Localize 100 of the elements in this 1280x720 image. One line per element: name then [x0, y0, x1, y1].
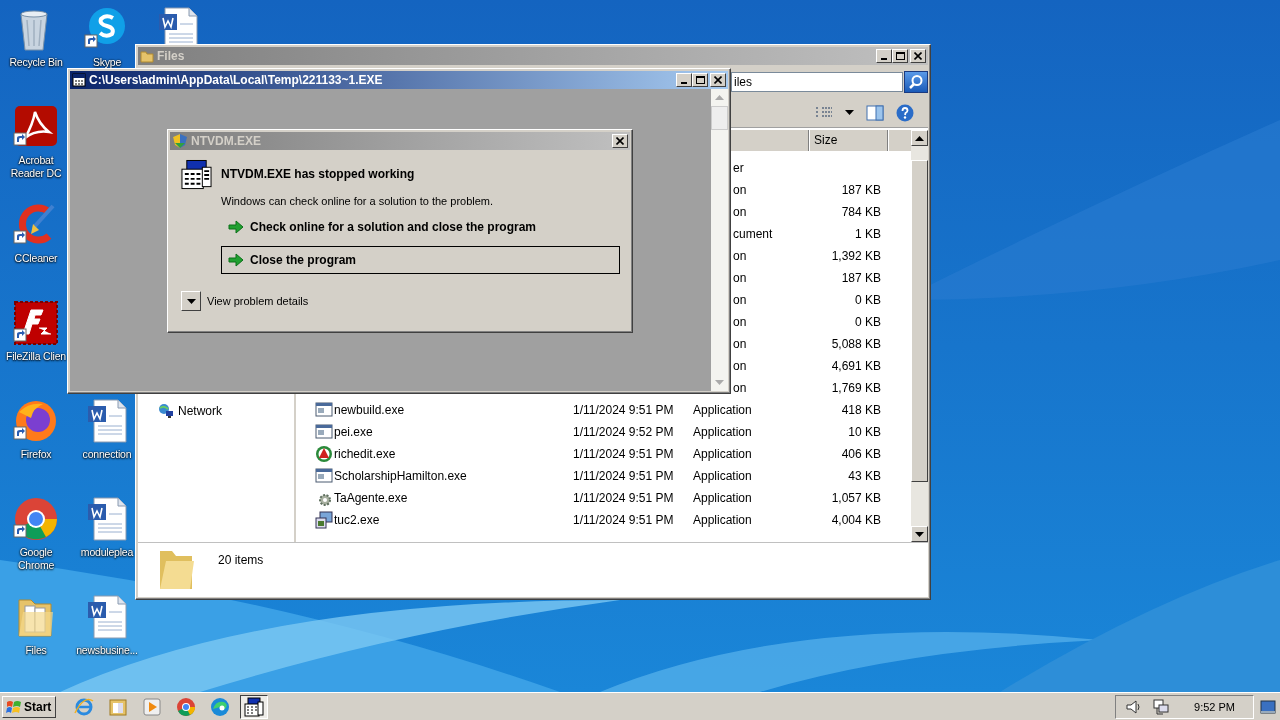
ring-logo-icon [176, 696, 197, 717]
installer-icon [315, 511, 333, 529]
scroll-down-button[interactable] [911, 526, 928, 542]
tile-logo-icon[interactable] [13, 300, 59, 346]
file-size: 1,769 KB [830, 381, 881, 395]
folder-icon [140, 49, 154, 63]
app-window-icon [315, 423, 333, 441]
dialog-message: Windows can check online for a solution to the problem. [221, 195, 494, 207]
arrow-up-icon [915, 135, 924, 141]
close-icon [714, 76, 722, 84]
file-type: cument [733, 227, 773, 241]
file-name[interactable]: richedit.exe [333, 447, 573, 461]
scroll-thumb[interactable] [711, 106, 728, 130]
file-type: on [733, 359, 747, 373]
windows-logo-icon [6, 698, 22, 715]
dialog-heading: NTVDM.EXE has stopped working [221, 167, 415, 181]
console-app-icon [72, 73, 86, 87]
file-name[interactable]: pei.exe [333, 425, 573, 439]
command-link[interactable]: Check online for a solution and close the program [221, 213, 620, 241]
taskbar-button[interactable] [240, 694, 269, 719]
play-icon [142, 696, 163, 717]
search-field[interactable]: iles [731, 72, 903, 92]
close-icon [616, 137, 624, 145]
preview-pane-icon[interactable] [866, 105, 884, 121]
clock[interactable]: 9:52 PM [1194, 700, 1235, 713]
file-size: 406 KB [840, 447, 881, 461]
window-title: C:\Users\admin\AppData\Local\Temp\221133~1.EXE [89, 73, 383, 87]
command-link[interactable]: Close the program [221, 246, 620, 274]
file-name[interactable]: ScholarshipHamilton.exe [333, 469, 573, 483]
file-name[interactable]: tuc2.exe [333, 513, 573, 527]
network-icon[interactable] [1153, 698, 1170, 715]
desktop-icon-label[interactable]: Acrobat Reader DC [10, 154, 62, 180]
details-toggle-label[interactable]: View problem details [207, 295, 309, 307]
file-name[interactable]: TaAgente.exe [333, 491, 573, 505]
desktop-icon-label[interactable]: CCleaner [14, 252, 58, 265]
file-size: 187 KB [840, 271, 881, 285]
arrow-icon [228, 220, 244, 234]
file-size: 1,057 KB [830, 491, 881, 505]
file-type: on [733, 205, 747, 219]
console-app-icon [181, 159, 212, 191]
desktop-icon-label[interactable]: FileZilla Clien [6, 350, 66, 363]
desktop-icon-label[interactable]: Google Chrome [17, 546, 55, 572]
file-type: on [733, 271, 747, 285]
desktop-icon-label[interactable]: connection [82, 448, 132, 461]
scroll-up-button[interactable] [911, 130, 928, 146]
maximize-button[interactable] [692, 73, 708, 87]
file-size: 4,691 KB [830, 359, 881, 373]
scroll-bar[interactable] [711, 89, 728, 391]
show-desktop-icon[interactable] [1260, 699, 1276, 714]
file-type: Application [693, 491, 753, 505]
desktop-icon-label[interactable]: Firefox [20, 448, 52, 461]
file-size: 418 KB [840, 403, 881, 417]
scroll-bar[interactable] [911, 130, 928, 542]
desktop-icon-label[interactable]: Skype [92, 56, 122, 69]
minimize-button[interactable] [676, 73, 692, 87]
file-type: on [733, 183, 747, 197]
browser-icon [74, 696, 95, 717]
app-window-icon [315, 467, 333, 485]
ring-logo-icon[interactable] [13, 496, 59, 542]
file-size: 187 KB [840, 183, 881, 197]
nav-item[interactable]: Network [178, 404, 222, 418]
file-size: 4,004 KB [830, 513, 881, 527]
globe-icon[interactable] [13, 398, 59, 444]
minimize-icon [681, 82, 687, 84]
help-icon[interactable] [896, 104, 914, 122]
file-size: 5,088 KB [830, 337, 881, 351]
desktop-icon-label[interactable]: Recycle Bin [9, 56, 63, 69]
minimize-icon [881, 58, 887, 60]
caret-icon[interactable] [845, 110, 854, 116]
file-type: Application [693, 425, 753, 439]
file-type: on [733, 315, 747, 329]
arrow-icon [228, 253, 244, 267]
app-window-icon [315, 401, 333, 419]
search-button[interactable] [904, 71, 928, 93]
date-modified: 1/11/2024 9:51 PM [573, 447, 675, 461]
file-type: Application [693, 403, 753, 417]
file-name[interactable]: newbuild.exe [333, 403, 573, 417]
console-app-icon [244, 696, 265, 717]
close-button[interactable] [710, 73, 726, 87]
shield-icon [172, 133, 188, 149]
desktop-icon-label[interactable]: moduleplea [80, 546, 134, 559]
file-type: er [733, 161, 744, 175]
badge-icon [315, 445, 333, 463]
column-header[interactable]: Size [809, 130, 888, 151]
file-type: on [733, 249, 747, 263]
speaker-icon[interactable] [1126, 698, 1143, 715]
date-modified: 1/11/2024 9:51 PM [573, 469, 675, 483]
date-modified: 1/11/2024 9:51 PM [573, 403, 675, 417]
file-type: Application [693, 469, 753, 483]
expand-button[interactable] [181, 291, 201, 311]
network-icon[interactable] [158, 403, 174, 419]
start-button[interactable]: Start [2, 695, 57, 718]
file-type: Application [693, 513, 753, 527]
file-size: 10 KB [847, 425, 881, 439]
arrow-down-icon [915, 531, 924, 537]
maximize-icon [895, 52, 905, 60]
file-size: 784 KB [840, 205, 881, 219]
close-icon [914, 52, 922, 60]
file-type: on [733, 293, 747, 307]
date-modified: 1/11/2024 9:52 PM [573, 425, 675, 439]
